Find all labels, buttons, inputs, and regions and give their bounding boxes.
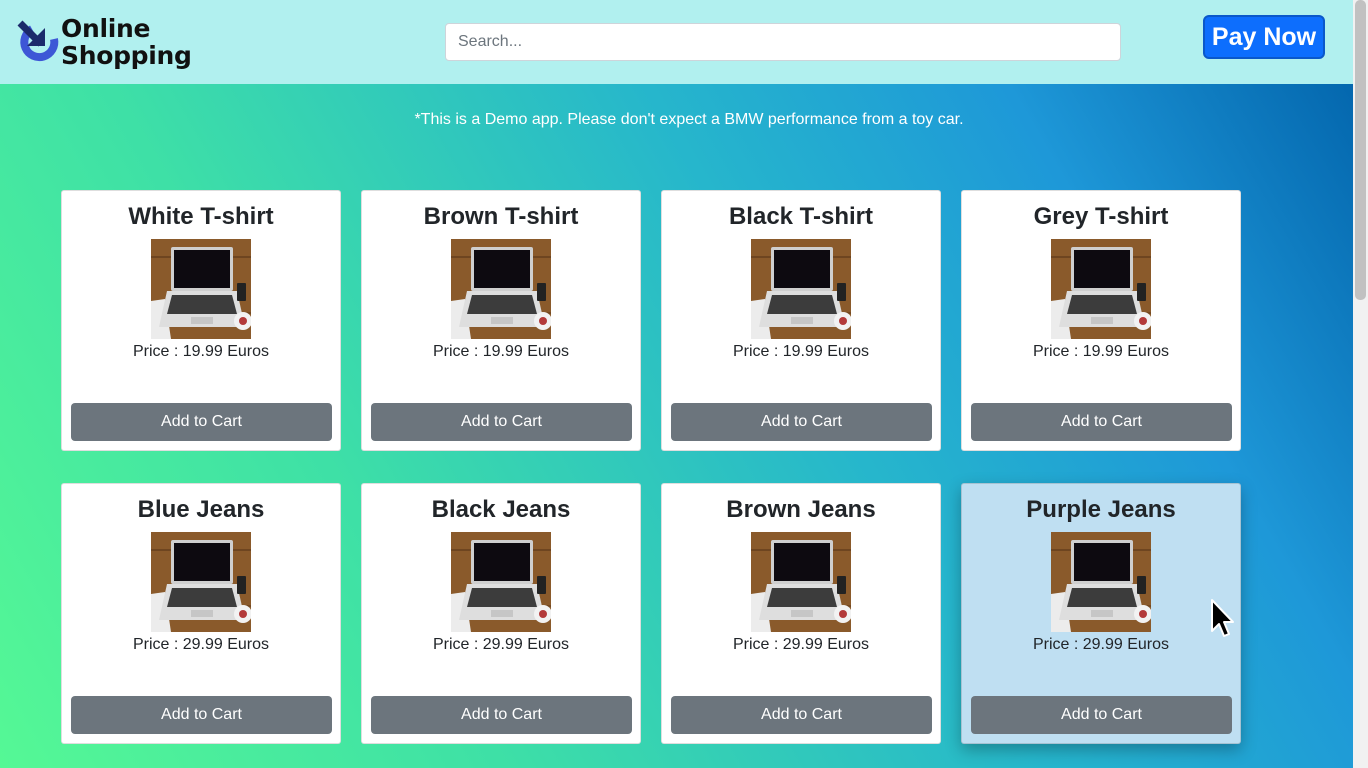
product-price: Price : 29.99 Euros xyxy=(132,636,270,653)
product-price: Price : 29.99 Euros xyxy=(732,636,870,653)
add-to-cart-button[interactable]: Add to Cart xyxy=(371,403,632,441)
product-image xyxy=(1051,532,1151,632)
product-title: Purple Jeans xyxy=(1026,496,1176,523)
page-background: Online Shopping Pay Now *This is a Demo … xyxy=(0,0,1353,768)
demo-notice: *This is a Demo app. Please don't expect… xyxy=(414,111,964,128)
add-to-cart-button[interactable]: Add to Cart xyxy=(371,696,632,734)
product-title: Blue Jeans xyxy=(137,496,265,523)
product-title: Grey T-shirt xyxy=(1033,203,1169,230)
logo-arrow-icon xyxy=(17,20,59,62)
product-card: Grey T-shirt Price : 19.99 Euros Add to … xyxy=(961,190,1241,451)
product-image xyxy=(451,532,551,632)
product-title: Black T-shirt xyxy=(728,203,874,230)
product-title: White T-shirt xyxy=(128,203,274,230)
add-to-cart-button[interactable]: Add to Cart xyxy=(71,403,332,441)
product-card: Black Jeans Price : 29.99 Euros Add to C… xyxy=(361,483,641,744)
product-card: Brown Jeans Price : 29.99 Euros Add to C… xyxy=(661,483,941,744)
product-price: Price : 19.99 Euros xyxy=(432,343,570,360)
add-to-cart-button[interactable]: Add to Cart xyxy=(671,403,932,441)
add-to-cart-button[interactable]: Add to Cart xyxy=(671,696,932,734)
product-price: Price : 19.99 Euros xyxy=(132,343,270,360)
search-input[interactable] xyxy=(445,23,1121,61)
product-title: Brown T-shirt xyxy=(423,203,579,230)
add-to-cart-button[interactable]: Add to Cart xyxy=(971,403,1232,441)
logo-text: Online Shopping xyxy=(61,15,192,69)
product-title: Black Jeans xyxy=(431,496,571,523)
product-image xyxy=(151,532,251,632)
product-image xyxy=(151,239,251,339)
logo-line-shopping: Shopping xyxy=(61,41,192,70)
product-price: Price : 19.99 Euros xyxy=(1032,343,1170,360)
product-card-hovered: Purple Jeans Price : 29.99 Euros Add to … xyxy=(961,483,1241,744)
site-logo[interactable]: Online Shopping xyxy=(16,15,206,71)
product-card: White T-shirt Price : 19.99 Euros Add to… xyxy=(61,190,341,451)
product-card: Brown T-shirt Price : 19.99 Euros Add to… xyxy=(361,190,641,451)
product-card: Blue Jeans Price : 29.99 Euros Add to Ca… xyxy=(61,483,341,744)
product-image xyxy=(751,239,851,339)
add-to-cart-button[interactable]: Add to Cart xyxy=(71,696,332,734)
product-title: Brown Jeans xyxy=(726,496,876,523)
mouse-pointer-icon xyxy=(1211,599,1234,637)
header-bar: Online Shopping Pay Now xyxy=(0,0,1353,84)
product-card: Black T-shirt Price : 19.99 Euros Add to… xyxy=(661,190,941,451)
product-price: Price : 29.99 Euros xyxy=(432,636,570,653)
product-image xyxy=(1051,239,1151,339)
product-price: Price : 19.99 Euros xyxy=(732,343,870,360)
product-image xyxy=(451,239,551,339)
product-price: Price : 29.99 Euros xyxy=(1032,636,1170,653)
scrollbar-thumb[interactable] xyxy=(1355,0,1366,300)
add-to-cart-button[interactable]: Add to Cart xyxy=(971,696,1232,734)
logo-line-online: Online xyxy=(61,14,151,43)
pay-now-button[interactable]: Pay Now xyxy=(1203,15,1325,59)
product-image xyxy=(751,532,851,632)
